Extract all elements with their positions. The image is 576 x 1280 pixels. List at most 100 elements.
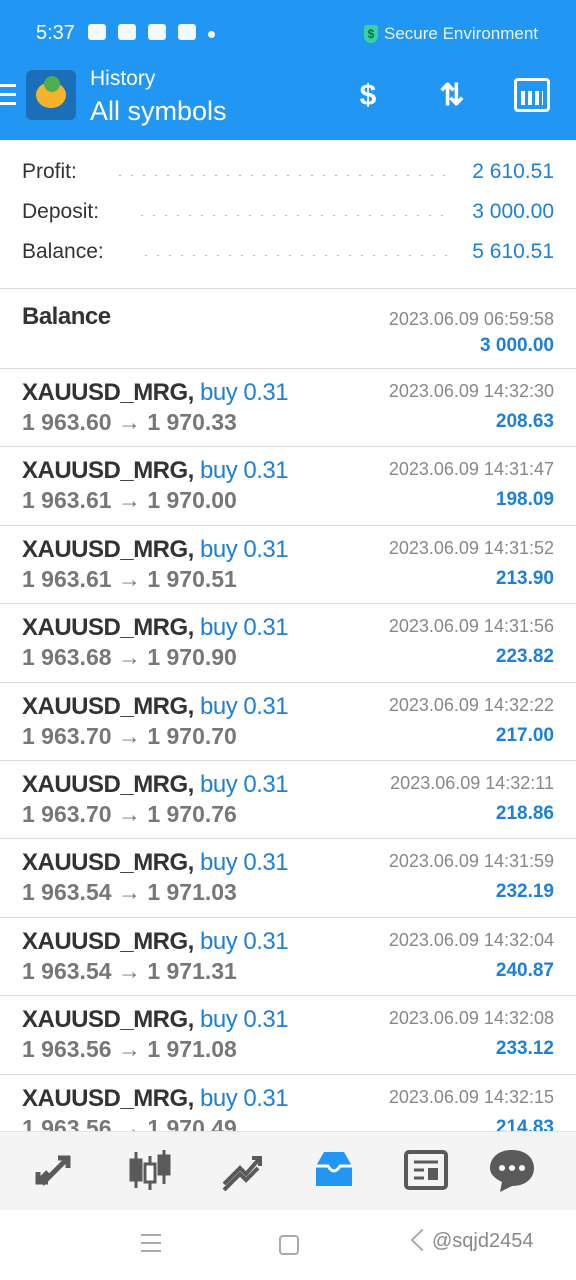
deal-row[interactable]: XAUUSD_MRG, buy 0.31 1 963.68 → 1 970.90 2…: [0, 604, 576, 682]
close-price: 1 970.33: [147, 409, 237, 435]
deal-row[interactable]: XAUUSD_MRG, buy 0.31 1 963.56 → 1 971.08 2…: [0, 996, 576, 1074]
page-subtitle: History: [90, 67, 156, 90]
sort-icon[interactable]: ⇅: [430, 74, 474, 118]
secure-label: Secure Environment: [384, 24, 539, 43]
notification-icons: [88, 24, 215, 40]
dot-leader: [140, 254, 452, 256]
chat-icon[interactable]: [482, 1144, 542, 1196]
deal-type: buy 0.31: [200, 928, 289, 955]
deal-profit: 223.82: [495, 646, 554, 667]
deal-profit: 218.86: [495, 803, 554, 824]
deal-row[interactable]: XAUUSD_MRG, buy 0.31 1 963.70 → 1 970.76 2…: [0, 761, 576, 839]
deal-symbol: XAUUSD_MRG, buy 0.31: [22, 1006, 289, 1034]
deal-symbol-name: XAUUSD_MRG,: [22, 379, 194, 406]
deposit-row: Deposit: 3 000.00: [22, 200, 554, 240]
deal-symbol: XAUUSD_MRG, buy 0.31: [22, 693, 289, 721]
chart-icon[interactable]: [120, 1144, 180, 1196]
deal-row[interactable]: XAUUSD_MRG, buy 0.31 1 963.54 → 1 971.03 2…: [0, 839, 576, 917]
hi-notification-icon: [118, 24, 136, 40]
deal-symbol-name: XAUUSD_MRG,: [22, 928, 194, 955]
home-icon[interactable]: [279, 1235, 299, 1255]
account-summary: Profit: 2 610.51 Deposit: 3 000.00 Balan…: [0, 140, 576, 288]
deal-type: buy 0.31: [200, 693, 289, 720]
quotes-icon[interactable]: [28, 1144, 88, 1196]
deal-type: buy 0.31: [200, 771, 289, 798]
open-price: 1 963.54: [22, 879, 112, 905]
deal-profit: 232.19: [495, 881, 554, 902]
trade-icon[interactable]: [212, 1144, 272, 1196]
balance-entry-label: Balance: [22, 303, 111, 330]
deal-symbol-name: XAUUSD_MRG,: [22, 1006, 194, 1033]
arrow-icon: →: [117, 644, 141, 670]
watermark: @sqjd2454: [432, 1230, 534, 1252]
deal-symbol: XAUUSD_MRG, buy 0.31: [22, 928, 289, 956]
deal-prices: 1 963.54 → 1 971.03: [22, 879, 237, 906]
telegram-icon: [148, 24, 166, 40]
deal-prices: 1 963.61 → 1 970.00: [22, 487, 237, 514]
arrow-icon: →: [117, 801, 141, 827]
dot-icon: [208, 30, 215, 38]
deal-prices: 1 963.70 → 1 970.76: [22, 801, 237, 828]
deal-time: 2023.06.09 14:32:04: [388, 930, 554, 950]
app-bar: History All symbols $ ⇅: [0, 52, 576, 140]
deal-symbol: XAUUSD_MRG, buy 0.31: [22, 614, 289, 642]
profit-value: 2 610.51: [472, 160, 554, 183]
arrow-icon: →: [117, 958, 141, 984]
close-price: 1 970.00: [147, 487, 237, 513]
calendar-icon[interactable]: [514, 78, 550, 112]
deposit-label: Deposit:: [22, 200, 100, 223]
deal-prices: 1 963.60 → 1 970.33: [22, 409, 237, 436]
deal-row[interactable]: XAUUSD_MRG, buy 0.31 1 963.61 → 1 970.51 2…: [0, 526, 576, 604]
deal-time: 2023.06.09 14:31:56: [388, 616, 554, 636]
deal-time: 2023.06.09 14:31:52: [388, 538, 554, 558]
deal-row[interactable]: XAUUSD_MRG, buy 0.31 1 963.70 → 1 970.70 2…: [0, 683, 576, 761]
deal-symbol: XAUUSD_MRG, buy 0.31: [22, 379, 289, 407]
deal-symbol-name: XAUUSD_MRG,: [22, 1085, 194, 1112]
status-bar: 5:37 $ Secure Environment: [0, 0, 576, 52]
arrow-icon: →: [117, 723, 141, 749]
deposit-withdraw-icon[interactable]: $: [346, 74, 390, 118]
news-icon[interactable]: [396, 1144, 456, 1196]
deal-prices: 1 963.68 → 1 970.90: [22, 644, 237, 671]
deal-time: 2023.06.09 14:32:30: [388, 381, 554, 401]
deal-row[interactable]: XAUUSD_MRG, buy 0.31 1 963.54 → 1 971.31 2…: [0, 918, 576, 996]
deal-profit: 198.09: [495, 489, 554, 510]
deal-time: 2023.06.09 14:31:47: [388, 459, 554, 479]
deal-time: 2023.06.09 14:31:59: [388, 851, 554, 871]
deal-symbol: XAUUSD_MRG, buy 0.31: [22, 849, 289, 877]
deposit-value: 3 000.00: [472, 200, 554, 223]
back-icon[interactable]: [410, 1228, 434, 1252]
open-price: 1 963.56: [22, 1036, 112, 1062]
history-icon[interactable]: [304, 1144, 364, 1196]
deal-prices: 1 963.70 → 1 970.70: [22, 723, 237, 750]
deal-type: buy 0.31: [200, 614, 289, 641]
menu-icon[interactable]: [0, 84, 16, 111]
balance-entry[interactable]: Balance 2023.06.09 06:59:58 3 000.00: [0, 289, 576, 368]
symbol-selector[interactable]: All symbols: [90, 96, 227, 127]
deal-symbol-name: XAUUSD_MRG,: [22, 614, 194, 641]
deal-profit: 240.87: [495, 960, 554, 981]
open-price: 1 963.60: [22, 409, 112, 435]
deal-type: buy 0.31: [200, 379, 289, 406]
deal-time: 2023.06.09 14:32:22: [388, 695, 554, 715]
deal-prices: 1 963.56 → 1 971.08: [22, 1036, 237, 1063]
balance-value: 5 610.51: [472, 240, 554, 263]
deal-time: 2023.06.09 14:32:08: [388, 1008, 554, 1028]
deal-symbol: XAUUSD_MRG, buy 0.31: [22, 1085, 289, 1113]
close-price: 1 970.51: [147, 566, 237, 592]
arrow-icon: →: [117, 487, 141, 513]
recents-icon[interactable]: [141, 1234, 161, 1258]
open-price: 1 963.70: [22, 723, 112, 749]
deal-row[interactable]: XAUUSD_MRG, buy 0.31 1 963.61 → 1 970.00 2…: [0, 447, 576, 525]
arrow-icon: →: [117, 1036, 141, 1062]
secure-environment: $ Secure Environment: [364, 24, 538, 44]
dot-leader: [114, 174, 452, 176]
bottom-navigation: [0, 1131, 576, 1210]
deal-type: buy 0.31: [200, 849, 289, 876]
close-price: 1 971.03: [147, 879, 237, 905]
deal-profit: 213.90: [495, 568, 554, 589]
open-price: 1 963.61: [22, 487, 112, 513]
deal-profit: 233.12: [495, 1038, 554, 1059]
deal-prices: 1 963.54 → 1 971.31: [22, 958, 237, 985]
deal-row[interactable]: XAUUSD_MRG, buy 0.31 1 963.60 → 1 970.33 2…: [0, 369, 576, 447]
